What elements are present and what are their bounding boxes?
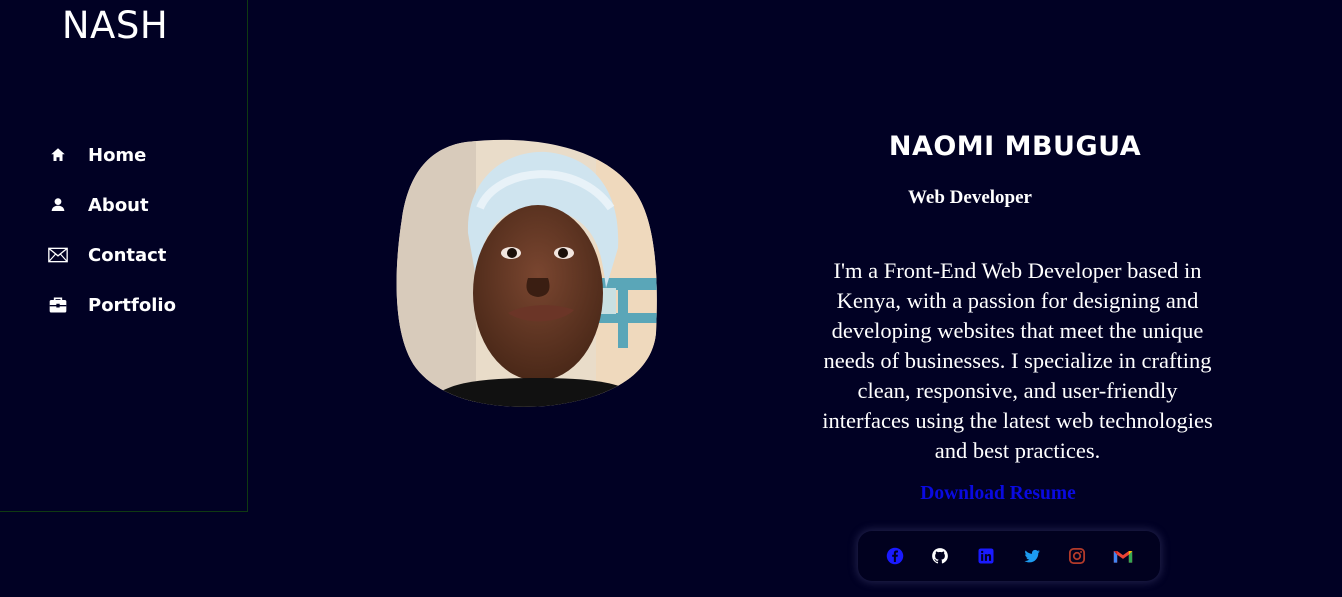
envelope-icon [48, 245, 68, 265]
brand-logo[interactable]: NASH [0, 4, 230, 47]
sidebar-item-about[interactable]: About [48, 180, 176, 230]
profile-role: Web Developer [907, 187, 1032, 208]
sidebar-item-label: Portfolio [88, 294, 176, 316]
sidebar: NASH Home About Contact Portfolio [0, 0, 248, 512]
sidebar-item-contact[interactable]: Contact [48, 230, 176, 280]
sidebar-item-label: Contact [88, 244, 167, 266]
github-icon[interactable] [929, 545, 951, 567]
download-resume-link[interactable]: Download Resume [790, 483, 1206, 505]
social-links-bar [858, 531, 1160, 581]
page: NASH Home About Contact Portfolio NAOMI … [0, 0, 1342, 597]
home-icon [48, 145, 68, 165]
briefcase-icon [48, 295, 68, 315]
sidebar-nav: Home About Contact Portfolio [48, 130, 176, 330]
instagram-icon[interactable] [1066, 545, 1088, 567]
user-icon [48, 195, 68, 215]
sidebar-item-label: About [88, 194, 149, 216]
facebook-icon[interactable] [884, 545, 906, 567]
sidebar-item-portfolio[interactable]: Portfolio [48, 280, 176, 330]
profile-photo [396, 138, 658, 408]
sidebar-item-home[interactable]: Home [48, 130, 176, 180]
profile-bio: I'm a Front-End Web Developer based in K… [822, 258, 1213, 463]
profile-name: NAOMI MBUGUA [888, 131, 1142, 162]
linkedin-icon[interactable] [975, 545, 997, 567]
gmail-icon[interactable] [1112, 545, 1134, 567]
twitter-icon[interactable] [1021, 545, 1043, 567]
sidebar-item-label: Home [88, 144, 147, 166]
